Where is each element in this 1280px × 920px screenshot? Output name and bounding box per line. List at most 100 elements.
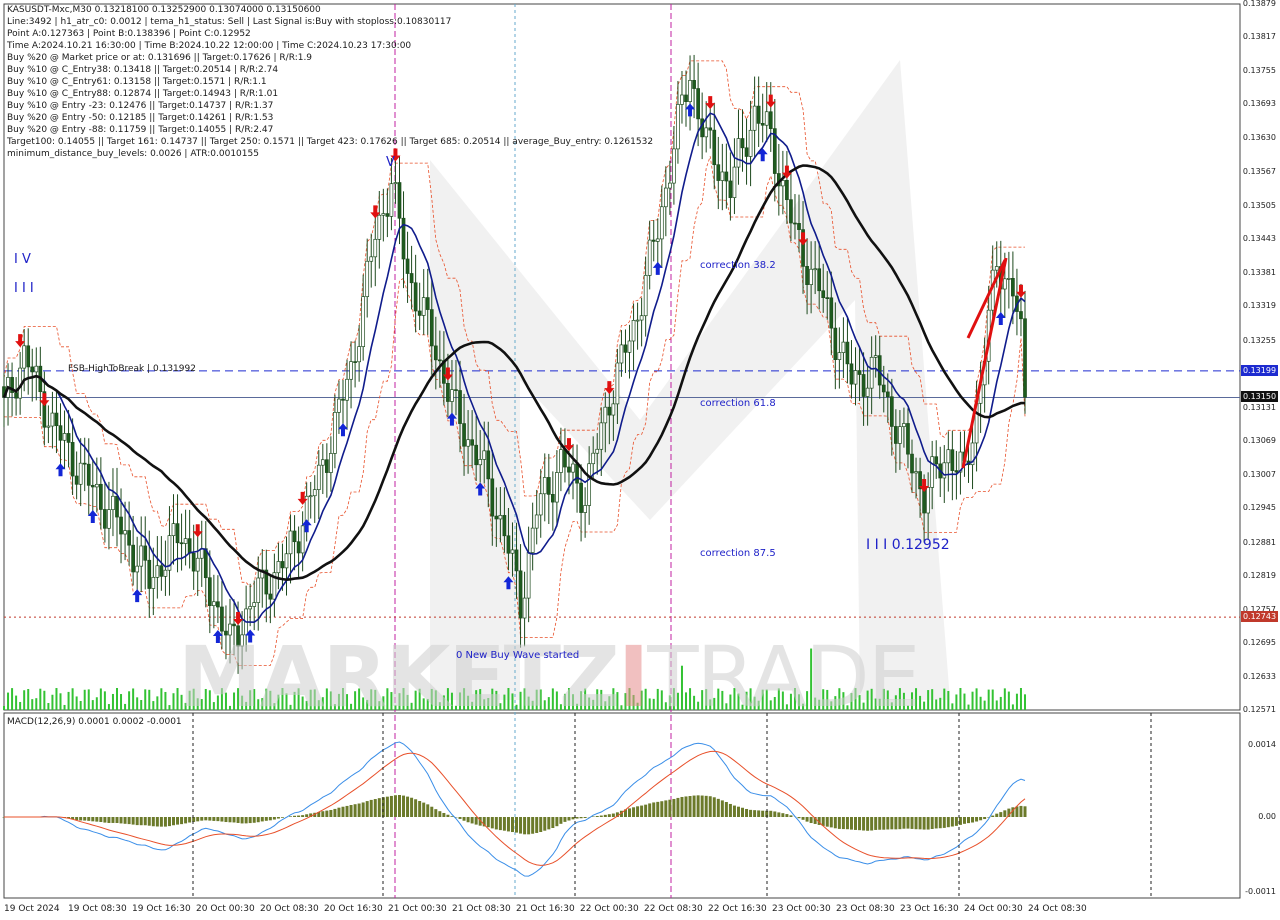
macd-hist-bar <box>1019 805 1023 817</box>
macd-hist-bar <box>115 817 119 824</box>
candle-body <box>841 341 846 353</box>
macd-hist-bar <box>914 817 918 830</box>
macd-hist-bar <box>248 817 252 824</box>
price-tick-label: 0.12695 <box>1242 638 1276 648</box>
candle-body <box>183 538 188 544</box>
time-tick-label: 23 Oct 00:30 <box>772 904 831 914</box>
wave-label-iii: I I I <box>14 281 34 296</box>
macd-hist-bar <box>83 817 87 821</box>
candle-body <box>296 541 301 554</box>
candle-body <box>361 296 366 347</box>
macd-hist-bar <box>79 817 83 821</box>
candle-body <box>94 483 99 488</box>
candle-body <box>1023 318 1027 398</box>
macd-hist-bar <box>688 796 692 817</box>
candle-body <box>179 542 184 545</box>
macd-hist-bar <box>289 816 293 817</box>
candle-body <box>232 623 236 627</box>
volume-bar <box>1015 693 1018 710</box>
info-line: Line:3492 | h1_atr_c0: 0.0012 | tema_h1_… <box>7 17 452 27</box>
candle-body <box>813 268 818 271</box>
candle-body <box>857 370 862 375</box>
candle-body <box>627 340 632 353</box>
candle-body <box>187 538 192 554</box>
macd-hist-bar <box>357 803 361 817</box>
macd-hist-bar <box>264 817 268 821</box>
candle-body <box>583 505 587 513</box>
macd-hist-bar <box>293 815 297 817</box>
volume-bar <box>35 698 38 710</box>
volume-bar <box>919 695 922 710</box>
macd-hist-bar <box>143 817 147 826</box>
macd-hist-bar <box>866 817 870 831</box>
candle-body <box>131 544 135 573</box>
price-tick-label: 0.13755 <box>1242 65 1276 75</box>
candle-body <box>175 523 180 544</box>
macd-hist-bar <box>252 817 256 823</box>
candle-body <box>555 472 559 503</box>
time-tick-label: 21 Oct 08:30 <box>452 904 511 914</box>
candle-body <box>30 366 35 373</box>
macd-hist-bar <box>99 817 103 823</box>
candle-body <box>207 577 212 606</box>
macd-hist-bar <box>135 817 139 826</box>
volume-bar <box>1007 691 1010 710</box>
price-tick-label: 0.13131 <box>1242 402 1276 412</box>
macd-hist-bar <box>854 817 858 830</box>
volume-bar <box>935 699 938 710</box>
macd-hist-bar <box>244 817 248 824</box>
macd-hist-bar <box>781 813 785 817</box>
macd-hist-bar <box>785 814 789 817</box>
volume-bar <box>51 694 54 710</box>
volume-bar <box>939 697 942 710</box>
candle-body <box>692 80 696 89</box>
macd-hist-bar <box>934 817 938 829</box>
candle-body <box>90 484 95 488</box>
candle-body <box>571 463 575 473</box>
macd-hist-bar <box>494 817 498 830</box>
macd-hist-bar <box>462 817 466 821</box>
candle-body <box>946 449 951 464</box>
macd-hist-bar <box>531 817 535 834</box>
macd-hist-bar <box>510 817 514 833</box>
candle-body <box>147 559 152 589</box>
macd-hist-bar <box>333 808 337 817</box>
candle-body <box>429 309 434 347</box>
macd-hist-bar <box>837 817 841 829</box>
macd-hist-bar <box>147 817 151 826</box>
candle-body <box>341 398 345 401</box>
candle-body <box>934 456 939 465</box>
macd-hist-bar <box>180 817 184 825</box>
candle-body <box>744 147 749 157</box>
macd-hist-bar <box>232 817 236 823</box>
macd-hist-bar <box>849 817 853 830</box>
candle-body <box>252 602 257 607</box>
time-tick-label: 20 Oct 08:30 <box>260 904 319 914</box>
time-tick-label: 20 Oct 16:30 <box>324 904 383 914</box>
candle-body <box>926 487 930 514</box>
macd-hist-bar <box>575 817 579 819</box>
candle-body <box>684 94 688 103</box>
candle-body <box>530 527 535 553</box>
time-tick-label: 22 Oct 00:30 <box>580 904 639 914</box>
volume-bar <box>75 696 78 710</box>
macd-hist-bar <box>862 817 866 831</box>
candle-body <box>647 239 652 276</box>
macd-hist-bar <box>950 817 954 827</box>
macd-hist-bar <box>724 801 728 817</box>
macd-hist-bar <box>95 817 99 822</box>
candle-body <box>478 459 483 466</box>
candle-body <box>615 362 620 405</box>
macd-hist-bar <box>926 817 930 830</box>
candle-body <box>676 104 680 150</box>
candle-body <box>829 297 834 329</box>
candle-body <box>910 453 914 474</box>
macd-tick-label: -0.0011 <box>1245 887 1276 896</box>
candle-body <box>619 344 624 364</box>
macd-hist-bar <box>833 817 837 829</box>
candle-body <box>894 426 898 444</box>
macd-hist-bar <box>361 802 365 817</box>
macd-hist-bar <box>708 796 712 817</box>
candle-body <box>639 315 644 321</box>
macd-hist-bar <box>337 807 341 817</box>
